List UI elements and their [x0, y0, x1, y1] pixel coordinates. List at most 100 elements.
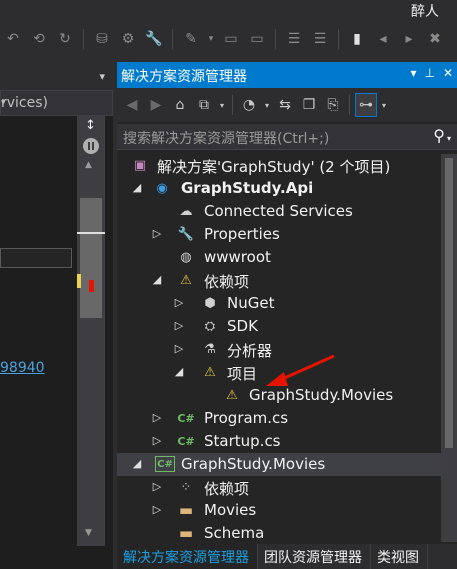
- toolbar-separator: [172, 29, 173, 49]
- tree-node-project[interactable]: ◢ ◉ GraphStudy.Api: [117, 177, 441, 200]
- tree-node-label: 项目: [227, 365, 258, 383]
- pause-icon[interactable]: [83, 138, 99, 154]
- expand-arrow-icon[interactable]: ▷: [173, 319, 185, 332]
- scrollbar-thumb[interactable]: [445, 158, 453, 448]
- tree-node-label: NuGet: [227, 294, 275, 312]
- editor-link[interactable]: 98940: [0, 360, 45, 376]
- tree-node-properties[interactable]: ▷ 🔧 Properties: [117, 223, 441, 246]
- tree-node-dependencies[interactable]: ▷ ⁘ 依赖项: [117, 476, 441, 499]
- bookmark-prev-icon[interactable]: ◂: [372, 28, 394, 50]
- collapse-arrow-icon[interactable]: ◢: [151, 273, 163, 286]
- auto-hide-pin-icon[interactable]: ⊥: [424, 66, 434, 80]
- toolbar-separator: [232, 95, 233, 115]
- expand-arrow-icon[interactable]: ▷: [173, 296, 185, 309]
- tree-node-label: Movies: [204, 501, 257, 519]
- folder-icon: ▬: [178, 524, 194, 542]
- bookmark-icon[interactable]: ▮: [346, 28, 368, 50]
- preview-selected-icon[interactable]: ⊶: [355, 93, 377, 117]
- tree-node-label: GraphStudy.Api: [181, 179, 314, 197]
- tab-solution-explorer[interactable]: 解决方案资源管理器: [117, 544, 258, 569]
- chevron-down-icon[interactable]: ▾: [217, 93, 227, 117]
- error-marker: [89, 280, 94, 292]
- align-icon[interactable]: ☰: [309, 28, 331, 50]
- title-bar: 醉人: [0, 0, 457, 22]
- tree-node-sdk[interactable]: ▷ ⛭ SDK: [117, 315, 441, 338]
- bookmark-next-icon[interactable]: ▸: [398, 28, 420, 50]
- layout-icon[interactable]: ▭: [246, 28, 268, 50]
- tree-node-label: Program.cs: [204, 409, 289, 427]
- back-icon[interactable]: ◀: [121, 93, 143, 117]
- toolbar-separator: [338, 29, 339, 49]
- search-box[interactable]: 搜索解决方案资源管理器(Ctrl+;) ⚲ ▾: [117, 124, 457, 150]
- chevron-down-icon[interactable]: ▾: [262, 93, 272, 117]
- sync-icon[interactable]: ⇆: [274, 93, 296, 117]
- chevron-down-icon[interactable]: ▾: [379, 93, 389, 117]
- solution-explorer-toolbar: ◀ ▶ ⌂ ⧉ ▾ ◔ ▾ ⇆ ❐ ⎘ ⊶ ▾: [117, 88, 457, 122]
- folder-icon: ▬: [178, 501, 194, 519]
- expand-arrow-icon[interactable]: ▷: [173, 342, 185, 355]
- layout-icon[interactable]: ▭: [220, 28, 242, 50]
- project-reference-warning-icon: ⚠: [204, 364, 216, 380]
- scrollbar-thumb[interactable]: [80, 198, 102, 318]
- nuget-icon: ⬢: [204, 295, 216, 311]
- scroll-down-icon[interactable]: ▼: [85, 528, 92, 538]
- tree-node-connected-services[interactable]: ☁ Connected Services: [117, 200, 441, 223]
- dependencies-icon: ⁘: [180, 479, 192, 495]
- user-name[interactable]: 醉人: [411, 1, 439, 21]
- cloud-icon: ☁: [179, 203, 193, 219]
- bookmark-clear-icon[interactable]: ✖: [424, 28, 446, 50]
- member-dropdown[interactable]: rvices) ▾: [0, 90, 113, 116]
- home-icon[interactable]: ⌂: [169, 93, 191, 117]
- tree-node-wwwroot[interactable]: ◍ wwwroot: [117, 246, 441, 269]
- tab-dropdown-icon[interactable]: ▾: [99, 70, 105, 83]
- tree-node-program-cs[interactable]: ▷ C# Program.cs: [117, 407, 441, 430]
- pending-changes-icon[interactable]: ◔: [238, 93, 260, 117]
- expand-arrow-icon[interactable]: ▷: [151, 434, 163, 447]
- search-icon[interactable]: ⚲ ▾: [433, 126, 451, 145]
- sdk-icon: ⛭: [204, 318, 216, 334]
- close-icon[interactable]: ✕: [443, 66, 453, 80]
- database-icon[interactable]: ⛁: [91, 28, 113, 50]
- tree-node-dependencies[interactable]: ◢ ⚠ 依赖项: [117, 269, 441, 292]
- tree-scrollbar[interactable]: [441, 154, 457, 542]
- expand-arrow-icon[interactable]: ▷: [151, 411, 163, 424]
- tree-node-label: Properties: [204, 225, 280, 243]
- search-input[interactable]: 搜索解决方案资源管理器(Ctrl+;): [123, 128, 329, 148]
- wrench-icon[interactable]: 🔧: [143, 28, 165, 50]
- tab-class-view[interactable]: 类视图: [371, 544, 428, 569]
- refresh-icon[interactable]: ↻: [54, 28, 76, 50]
- align-icon[interactable]: ☰: [283, 28, 305, 50]
- tool-window-tabs: 解决方案资源管理器 团队资源管理器 类视图: [117, 544, 457, 569]
- history-icon[interactable]: ⟲: [28, 28, 50, 50]
- chevron-down-icon: ▾: [1, 98, 6, 108]
- expand-arrow-icon[interactable]: ▷: [151, 227, 163, 240]
- csharp-file-icon: C#: [177, 434, 195, 448]
- collapse-all-icon[interactable]: ❐: [298, 93, 320, 117]
- tree-node-nuget[interactable]: ▷ ⬢ NuGet: [117, 292, 441, 315]
- pin-icon[interactable]: ✎: [180, 28, 202, 50]
- expand-arrow-icon[interactable]: ▷: [151, 480, 163, 493]
- tree-node-startup-cs[interactable]: ▷ C# Startup.cs: [117, 430, 441, 453]
- tree-node-project[interactable]: ◢ C# GraphStudy.Movies: [117, 453, 441, 476]
- tree-node-folder[interactable]: ▬ Schema: [117, 522, 441, 545]
- collapse-arrow-icon[interactable]: ◢: [131, 181, 143, 194]
- split-icon[interactable]: ↕: [85, 118, 96, 133]
- editor-scrollbar[interactable]: ↕ ▲ ▼: [77, 116, 105, 546]
- show-all-files-icon[interactable]: ⎘: [322, 93, 344, 117]
- tab-team-explorer[interactable]: 团队资源管理器: [258, 544, 371, 569]
- undo-icon[interactable]: ↶: [2, 28, 24, 50]
- editor-field[interactable]: [0, 248, 72, 268]
- expand-arrow-icon[interactable]: ▷: [151, 503, 163, 516]
- collapse-arrow-icon[interactable]: ◢: [131, 457, 143, 470]
- collapse-arrow-icon[interactable]: ◢: [173, 365, 185, 378]
- tree-node-folder[interactable]: ▷ ▬ Movies: [117, 499, 441, 522]
- window-position-icon[interactable]: ▾: [410, 66, 416, 80]
- forward-icon[interactable]: ▶: [145, 93, 167, 117]
- switch-views-icon[interactable]: ⧉: [193, 93, 215, 117]
- tools-icon[interactable]: ⚙: [117, 28, 139, 50]
- scroll-up-icon[interactable]: ▲: [85, 160, 92, 170]
- tree-node-solution[interactable]: ▣ 解决方案'GraphStudy' (2 个项目): [117, 154, 441, 177]
- tree-node-label: Schema: [204, 524, 265, 542]
- csharp-file-icon: C#: [177, 411, 195, 425]
- dropdown-icon[interactable]: ▾: [206, 28, 216, 50]
